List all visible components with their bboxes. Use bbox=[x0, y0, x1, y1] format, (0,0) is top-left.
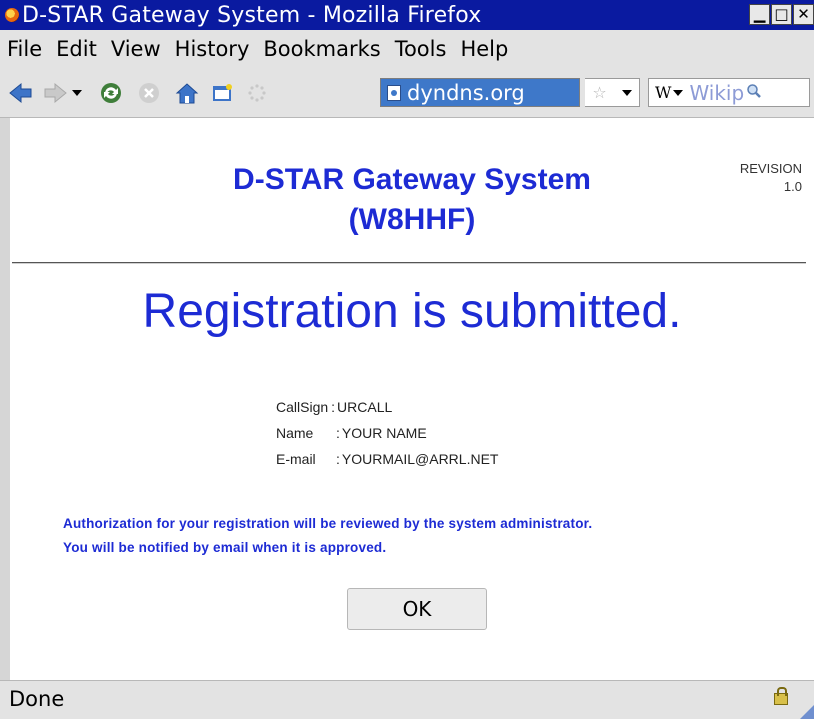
address-bar[interactable]: dyndns.org bbox=[380, 78, 580, 107]
close-button[interactable]: ✕ bbox=[793, 4, 814, 25]
menu-tools[interactable]: Tools bbox=[395, 37, 447, 61]
maximize-button[interactable]: □ bbox=[771, 4, 792, 25]
stop-icon[interactable] bbox=[136, 80, 162, 106]
search-input[interactable]: Wikip bbox=[689, 81, 744, 105]
status-text: Done bbox=[9, 687, 65, 711]
search-engine-selector[interactable]: W bbox=[655, 83, 671, 102]
home-icon[interactable] bbox=[174, 80, 200, 106]
registration-headline: Registration is submitted. bbox=[142, 285, 682, 338]
history-dropdown-icon[interactable] bbox=[70, 80, 84, 106]
status-bar: Done bbox=[0, 680, 814, 719]
name-label: Name bbox=[276, 425, 314, 441]
reload-icon[interactable] bbox=[98, 80, 124, 106]
throbber-icon bbox=[244, 80, 270, 106]
menu-bar: File Edit View History Bookmarks Tools H… bbox=[0, 30, 814, 68]
window-titlebar: D-STAR Gateway System - Mozilla Firefox … bbox=[0, 0, 814, 30]
page-title-line2: (W8HHF) bbox=[348, 203, 476, 236]
page-title: D-STAR Gateway System (W8HHF) bbox=[10, 160, 814, 240]
page-content: REVISION 1.0 D-STAR Gateway System (W8HH… bbox=[10, 118, 814, 680]
menu-bookmarks[interactable]: Bookmarks bbox=[263, 37, 380, 61]
forward-icon[interactable] bbox=[42, 80, 68, 106]
address-bar-controls: ☆ bbox=[585, 78, 640, 107]
menu-help[interactable]: Help bbox=[460, 37, 508, 61]
menu-history[interactable]: History bbox=[175, 37, 250, 61]
menu-edit[interactable]: Edit bbox=[56, 37, 97, 61]
authorization-note: Authorization for your registration will… bbox=[63, 512, 592, 560]
detail-row-name: Name : YOUR NAME bbox=[276, 425, 427, 441]
navigation-toolbar: dyndns.org ☆ W Wikip bbox=[0, 68, 814, 118]
address-text[interactable]: dyndns.org bbox=[407, 81, 525, 105]
new-tab-icon[interactable] bbox=[210, 80, 236, 106]
security-lock-icon[interactable] bbox=[774, 687, 788, 705]
header-divider bbox=[12, 262, 806, 264]
menu-view[interactable]: View bbox=[111, 37, 161, 61]
window-controls: ▁ □ ✕ bbox=[748, 4, 814, 25]
detail-row-email: E-mail : YOURMAIL@ARRL.NET bbox=[276, 451, 499, 467]
email-label: E-mail bbox=[276, 451, 316, 467]
email-value: YOURMAIL@ARRL.NET bbox=[341, 451, 499, 467]
callsign-value: URCALL bbox=[337, 399, 393, 415]
firefox-logo-icon bbox=[5, 8, 19, 22]
back-icon[interactable] bbox=[8, 80, 34, 106]
search-bar[interactable]: W Wikip bbox=[648, 78, 810, 107]
authorization-note-line2: You will be notified by email when it is… bbox=[63, 540, 387, 555]
resize-grip-icon[interactable] bbox=[800, 705, 814, 719]
callsign-label: CallSign bbox=[276, 399, 329, 415]
menu-file[interactable]: File bbox=[7, 37, 42, 61]
bookmark-star-icon[interactable]: ☆ bbox=[592, 83, 606, 102]
registration-details: CallSign : URCALL Name : YOUR NAME E-mai… bbox=[276, 394, 498, 472]
ok-button[interactable]: OK bbox=[347, 588, 487, 630]
magnifier-icon[interactable] bbox=[746, 83, 762, 103]
detail-row-callsign: CallSign : URCALL bbox=[276, 399, 393, 415]
address-dropdown-icon[interactable] bbox=[621, 89, 632, 96]
site-icon bbox=[387, 84, 401, 101]
page-title-line1: D-STAR Gateway System bbox=[233, 163, 591, 196]
name-value: YOUR NAME bbox=[341, 425, 427, 441]
window-title: D-STAR Gateway System - Mozilla Firefox bbox=[22, 2, 482, 28]
authorization-note-line1: Authorization for your registration will… bbox=[63, 516, 593, 531]
minimize-button[interactable]: ▁ bbox=[749, 4, 770, 25]
search-engine-dropdown-icon[interactable] bbox=[673, 89, 684, 96]
